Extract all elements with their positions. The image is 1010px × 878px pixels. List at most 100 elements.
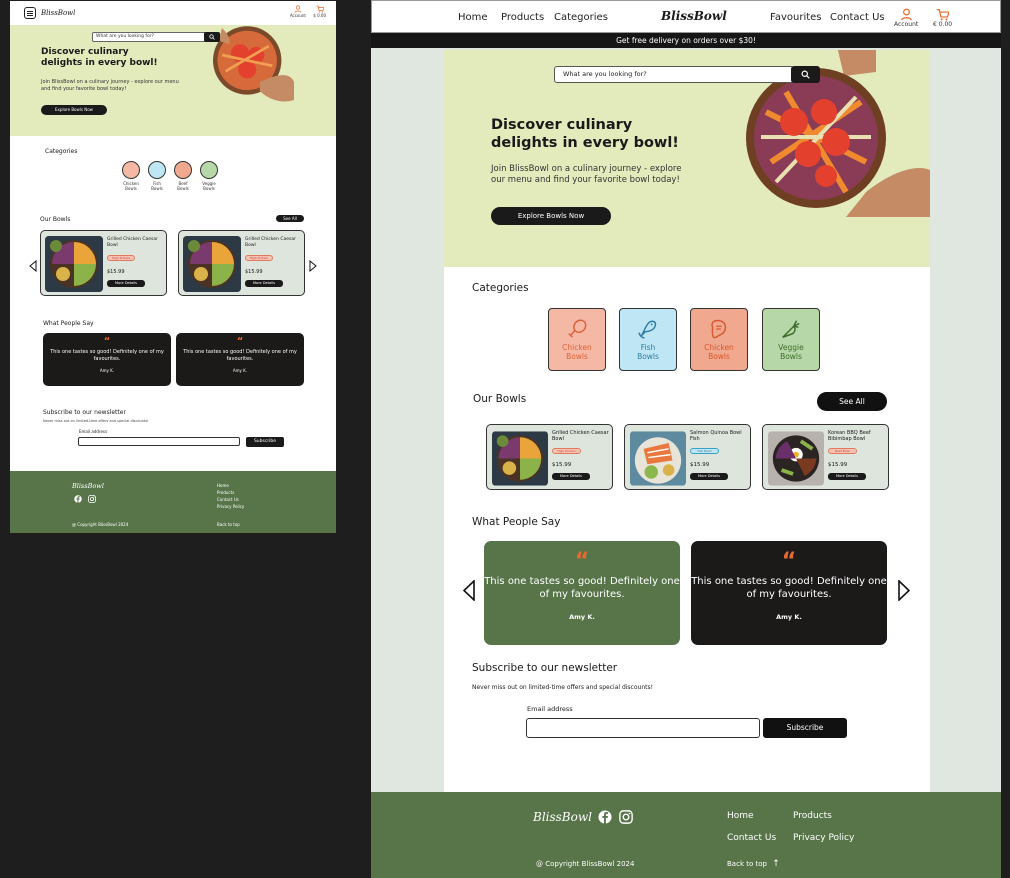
category-fish[interactable]: Fish Bowls (146, 161, 168, 191)
carrot-icon (782, 320, 800, 338)
more-details-button[interactable]: More Details (828, 473, 866, 480)
cart-link[interactable]: € 0.00 (933, 8, 952, 28)
nav-categories[interactable]: Categories (554, 12, 608, 23)
category-fish[interactable]: Fish Bowls (619, 308, 677, 371)
back-to-top-link[interactable]: Back to top ↑ (727, 859, 780, 869)
footer-link-contact[interactable]: Contact Us (217, 496, 244, 503)
bowl-name: Grilled Chicken Caesar Bowl (552, 430, 609, 442)
newsletter-title: Subscribe to our newsletter (472, 662, 618, 674)
email-field[interactable] (78, 437, 240, 446)
see-all-button[interactable]: See All (276, 215, 304, 222)
facebook-icon[interactable] (74, 495, 82, 503)
bowl-card[interactable]: Grilled Chicken Caesar Bowl High Protein… (40, 230, 167, 296)
bowl-price: $15.99 (690, 462, 710, 468)
footer-link-products[interactable]: Products (793, 811, 832, 821)
category-label: Fish (640, 343, 656, 352)
facebook-icon[interactable] (598, 810, 612, 824)
carousel-next-icon[interactable] (309, 260, 317, 272)
category-veggie[interactable]: Veggie Bowls (198, 161, 220, 191)
category-label: Chicken (562, 343, 592, 352)
bowl-card[interactable]: Salmon Quinoa Bowl Fish Fish Bowl $15.99… (624, 424, 751, 490)
testimonial-card: “ This one tastes so good! Definitely on… (176, 333, 304, 386)
search-button[interactable] (791, 66, 820, 83)
bowl-price: $15.99 (828, 462, 848, 468)
category-label: Bowls (203, 186, 215, 191)
bowl-image (630, 431, 686, 486)
email-label: Email address (527, 705, 573, 713)
nav-favourites[interactable]: Favourites (770, 12, 822, 23)
more-details-button[interactable]: More Details (552, 473, 590, 480)
bowl-name: Korean BBQ Beef Bibimbap Bowl (828, 430, 871, 442)
category-label: Bowls (566, 352, 588, 361)
account-label: Account (289, 13, 306, 18)
subscribe-button[interactable]: Subscribe (246, 437, 284, 447)
testimonial-text: This one tastes so good! Definitely one … (183, 349, 297, 362)
bowl-card[interactable]: Grilled Chicken Caesar Bowl High Protein… (486, 424, 613, 490)
more-details-button[interactable]: More Details (107, 280, 145, 287)
testimonial-text: This one tastes so good! Definitely one … (484, 576, 680, 600)
email-field[interactable] (526, 718, 760, 738)
search-input[interactable]: What are you looking for? (554, 66, 794, 83)
nav-home[interactable]: Home (458, 12, 488, 23)
testimonials-title: What People Say (43, 320, 94, 327)
footer-link-home[interactable]: Home (727, 811, 754, 821)
footer-logo[interactable]: BlissBowl (533, 810, 592, 824)
category-label: Bowls (177, 186, 189, 191)
bowl-image (183, 236, 241, 292)
account-link[interactable]: Account (894, 8, 918, 28)
newsletter-note: Never miss out on limited-time offers an… (43, 419, 149, 423)
category-veggie[interactable]: Veggie Bowls (762, 308, 820, 371)
footer-logo[interactable]: BlissBowl (72, 482, 104, 490)
nav-products[interactable]: Products (501, 12, 544, 23)
carousel-prev-icon[interactable] (29, 260, 37, 272)
category-chicken[interactable]: Chicken Bowls (120, 161, 142, 191)
more-details-button[interactable]: More Details (245, 280, 283, 287)
carousel-next-icon[interactable] (898, 580, 910, 601)
more-details-button[interactable]: More Details (690, 473, 728, 480)
footer-link-home[interactable]: Home (217, 482, 244, 489)
logo[interactable]: BlissBowl (661, 9, 727, 23)
search-button[interactable] (204, 32, 220, 42)
testimonial-author: Amy K. (232, 368, 248, 373)
testimonial-author: Amy K. (776, 613, 802, 621)
footer-link-products[interactable]: Products (217, 489, 244, 496)
cart-link[interactable]: $ 0.00 (313, 5, 326, 18)
bowl-tag: Beef Bowl (828, 448, 857, 454)
menu-icon[interactable] (24, 7, 36, 19)
see-all-button[interactable]: See All (817, 392, 887, 411)
explore-bowls-button[interactable]: Explore Bowls Now (41, 105, 107, 115)
account-icon (900, 8, 912, 21)
drumstick-icon (122, 161, 140, 179)
footer-link-privacy[interactable]: Privacy Policy (793, 833, 854, 843)
bowl-price: $15.99 (245, 269, 263, 275)
back-to-top-link[interactable]: Back to top (217, 522, 240, 527)
instagram-icon[interactable] (88, 495, 96, 503)
category-label: Bowls (151, 186, 163, 191)
explore-bowls-button[interactable]: Explore Bowls Now (491, 207, 611, 225)
category-beef[interactable]: Chicken Bowls (690, 308, 748, 371)
logo[interactable]: BlissBowl (41, 9, 75, 17)
subscribe-button[interactable]: Subscribe (763, 718, 847, 738)
category-chicken[interactable]: Chicken Bowls (548, 308, 606, 371)
search-icon (209, 34, 215, 40)
carrot-icon (200, 161, 218, 179)
footer-link-privacy[interactable]: Privacy Policy (217, 503, 244, 510)
account-link[interactable]: Account (290, 5, 306, 18)
search-input[interactable]: What are you looking for? (92, 32, 218, 42)
quote-icon: “ (574, 549, 590, 574)
category-beef[interactable]: Beef Bowls (172, 161, 194, 191)
carousel-prev-icon[interactable] (463, 580, 475, 601)
fish-icon (148, 161, 166, 179)
footer-link-contact[interactable]: Contact Us (727, 833, 776, 843)
bowl-card[interactable]: Grilled Chicken Caesar Bowl High Protein… (178, 230, 305, 296)
nav-contact[interactable]: Contact Us (830, 12, 885, 23)
testimonial-card: “ This one tastes so good! Definitely on… (43, 333, 171, 386)
bowl-tag: Fish Bowl (690, 448, 719, 454)
instagram-icon[interactable] (619, 810, 633, 824)
steak-icon (711, 319, 727, 339)
desktop-header: Home Products Categories BlissBowl Favou… (371, 0, 1001, 33)
hero-section: What are you looking for? Discover culin… (10, 25, 336, 136)
bowl-image (492, 431, 548, 486)
cart-icon (936, 9, 950, 21)
bowl-card[interactable]: Korean BBQ Beef Bibimbap Bowl Beef Bowl … (762, 424, 889, 490)
